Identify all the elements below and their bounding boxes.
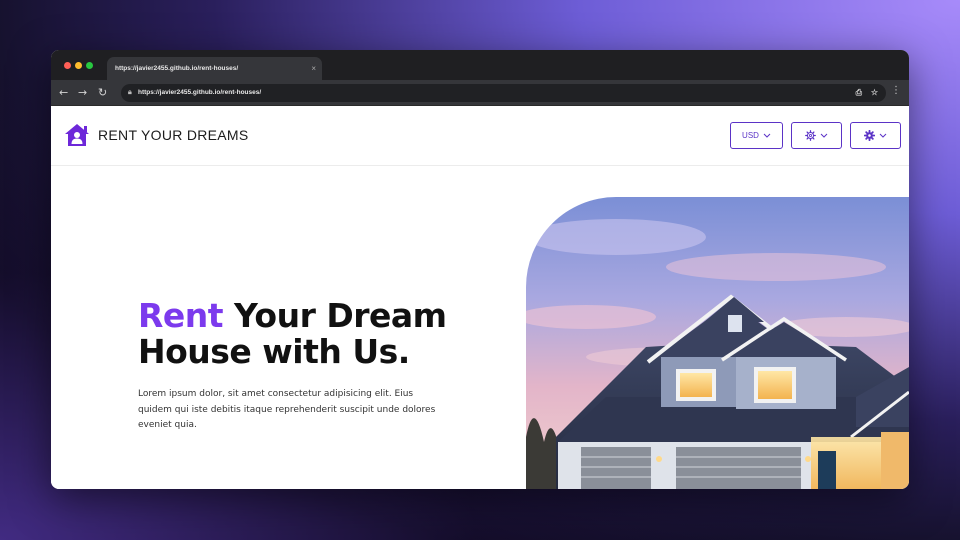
house-photo (526, 197, 909, 489)
forward-icon[interactable]: → (78, 85, 87, 101)
hero-title-accent: Rent (138, 296, 224, 335)
browser-tab[interactable]: https://javier2455.github.io/rent-houses… (107, 57, 322, 80)
gear-icon (864, 130, 875, 141)
close-window-button[interactable] (64, 62, 71, 69)
star-icon[interactable]: ☆ (871, 84, 878, 102)
currency-label: USD (742, 131, 759, 140)
chevron-down-icon (820, 133, 828, 138)
browser-window: https://javier2455.github.io/rent-houses… (51, 50, 909, 489)
hero-title-line2: House with Us. (138, 332, 410, 371)
maximize-window-button[interactable] (86, 62, 93, 69)
hero-title-line1: Your Dream (223, 296, 447, 335)
url-field[interactable]: 🔒︎ https://javier2455.github.io/rent-hou… (121, 84, 886, 102)
chevron-down-icon (763, 133, 771, 138)
url-text: https://javier2455.github.io/rent-houses… (138, 89, 262, 96)
light-gear-icon (805, 130, 816, 141)
house-logo-icon[interactable] (64, 123, 90, 147)
hero-description: Lorem ipsum dolor, sit amet consectetur … (138, 389, 436, 430)
web-page: RENT YOUR DREAMS USD Rent Your Dream Hou… (51, 107, 909, 489)
reload-icon[interactable]: ↻ (98, 85, 107, 101)
brand-name[interactable]: RENT YOUR DREAMS (98, 127, 249, 143)
back-icon[interactable]: ← (59, 85, 68, 101)
share-icon[interactable]: ⎙ (856, 84, 862, 102)
address-bar: ← → ↻ 🔒︎ https://javier2455.github.io/re… (51, 80, 909, 106)
menu-dots-icon[interactable]: ⋮ (891, 85, 901, 96)
chevron-down-icon (879, 133, 887, 138)
tab-bar: https://javier2455.github.io/rent-houses… (51, 50, 909, 80)
minimize-window-button[interactable] (75, 62, 82, 69)
settings-dropdown[interactable] (850, 122, 901, 149)
tab-title: https://javier2455.github.io/rent-houses… (115, 65, 239, 72)
currency-dropdown[interactable]: USD (730, 122, 783, 149)
theme-dropdown[interactable] (791, 122, 842, 149)
lock-icon[interactable]: 🔒︎ (128, 84, 132, 102)
hero-title: Rent Your Dream House with Us. (138, 298, 447, 370)
tab-close-icon[interactable]: × (311, 57, 316, 80)
site-header: RENT YOUR DREAMS USD (51, 107, 909, 166)
